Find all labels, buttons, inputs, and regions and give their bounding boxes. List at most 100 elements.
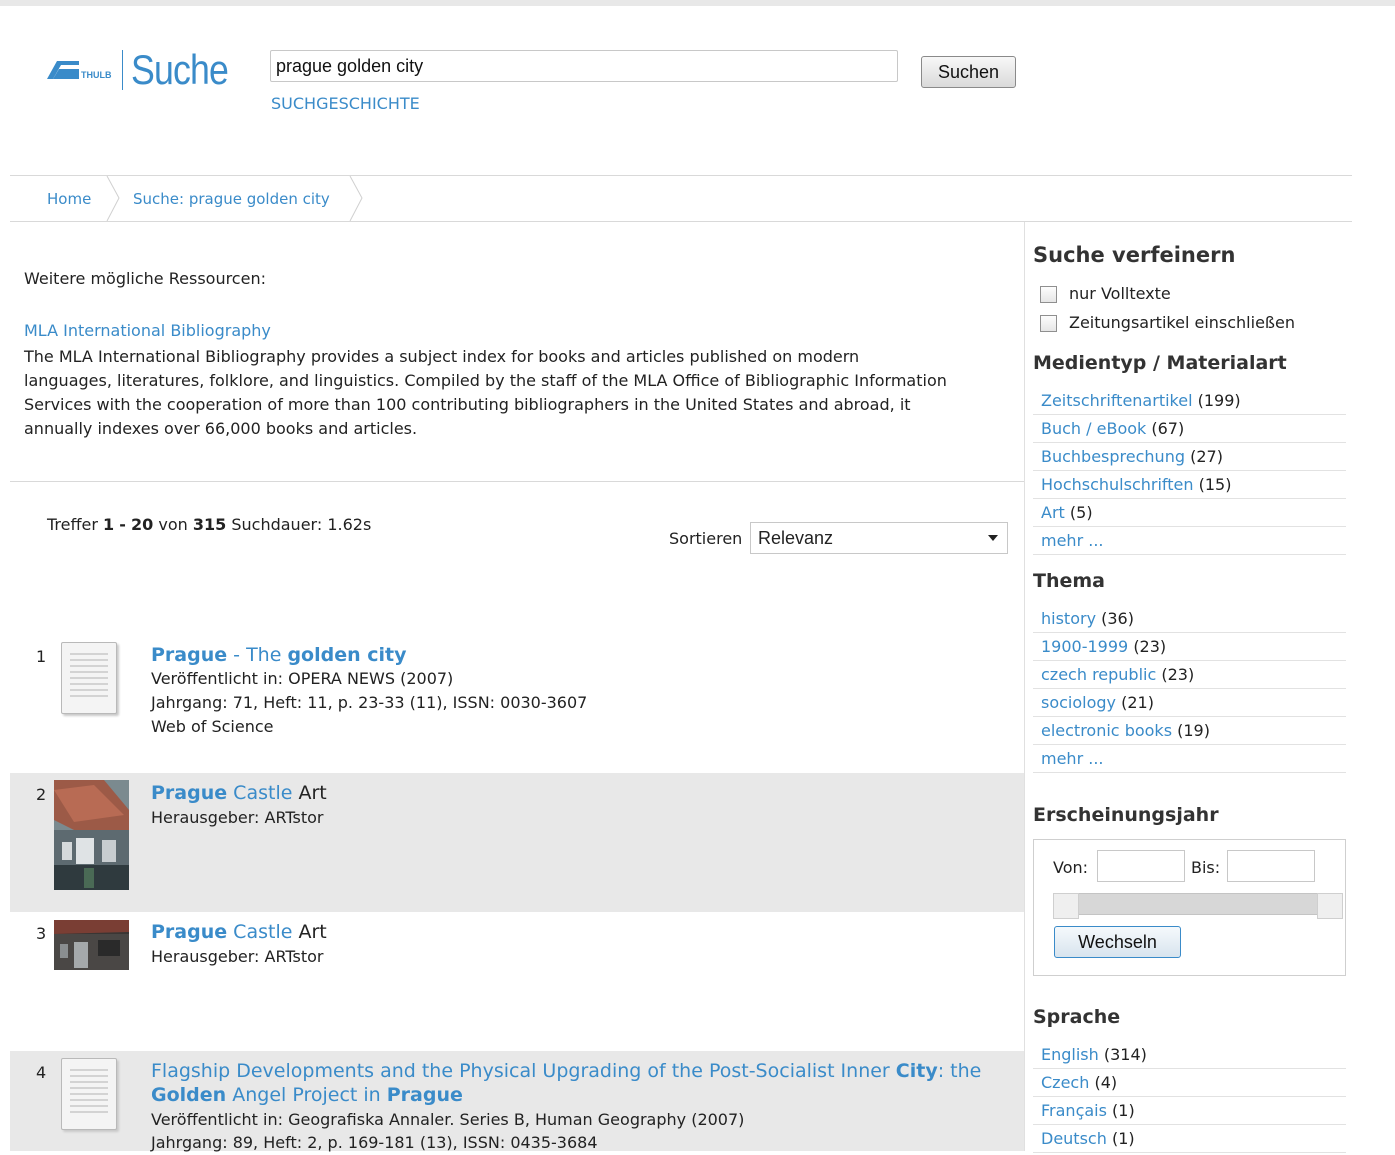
facet-count: (15): [1198, 475, 1232, 494]
facet-item[interactable]: Buchbesprechung (27): [1033, 443, 1346, 471]
resources-description: The MLA International Bibliography provi…: [24, 345, 1024, 441]
facet-more-link[interactable]: mehr ...: [1041, 749, 1104, 768]
facet-link[interactable]: Buchbesprechung: [1041, 447, 1185, 466]
results-dash: -: [119, 515, 126, 534]
apply-year-button[interactable]: Wechseln: [1054, 926, 1181, 958]
slider-handle-min[interactable]: [1053, 893, 1079, 919]
facet-count: (19): [1177, 721, 1210, 740]
newspaper-checkbox-label[interactable]: Zeitungsartikel einschließen: [1069, 313, 1295, 332]
year-to-label: Bis:: [1191, 858, 1221, 877]
slider-handle-max[interactable]: [1317, 893, 1343, 919]
facet-count: (199): [1197, 391, 1241, 410]
search-input[interactable]: [270, 50, 898, 82]
facet-link[interactable]: Français: [1041, 1101, 1107, 1120]
document-icon[interactable]: [61, 642, 117, 714]
newspaper-checkbox[interactable]: [1040, 315, 1057, 332]
result-item: 4 Flagship Developments and the Physical…: [10, 1051, 1024, 1152]
year-to-input[interactable]: [1227, 850, 1315, 882]
facet-link[interactable]: electronic books: [1041, 721, 1172, 740]
facet-link[interactable]: Art: [1041, 503, 1065, 522]
facet-item[interactable]: 1900-1999 (23): [1033, 633, 1346, 661]
media-type-heading: Medientyp / Materialart: [1033, 352, 1287, 374]
facet-link[interactable]: English: [1041, 1045, 1099, 1064]
breadcrumb: Home Suche: prague golden city: [10, 175, 1352, 222]
result-published-in: Veröffentlicht in: OPERA NEWS (2007): [151, 669, 454, 688]
thulb-logo-icon: [47, 61, 79, 79]
title-part: Prague: [151, 921, 228, 943]
top-bar: [0, 0, 1395, 6]
title-part: Art: [292, 921, 327, 943]
facet-item[interactable]: English (314): [1033, 1041, 1346, 1069]
facet-item[interactable]: Deutsch (1): [1033, 1125, 1346, 1153]
facet-link[interactable]: sociology: [1041, 693, 1116, 712]
facet-more[interactable]: mehr ...: [1033, 745, 1346, 773]
facet-link[interactable]: Zeitschriftenartikel: [1041, 391, 1193, 410]
sort-selected-value: Relevanz: [758, 528, 834, 548]
result-title-link[interactable]: Prague Castle Art: [151, 920, 327, 944]
facet-link[interactable]: 1900-1999: [1041, 637, 1128, 656]
facet-item[interactable]: czech republic (23): [1033, 661, 1346, 689]
logo-brand: THULB: [81, 70, 112, 80]
facet-count: (21): [1121, 693, 1154, 712]
facet-item[interactable]: Zeitschriftenartikel (199): [1033, 387, 1346, 415]
facet-link[interactable]: Czech: [1041, 1073, 1089, 1092]
facet-item[interactable]: history (36): [1033, 605, 1346, 633]
facet-item[interactable]: sociology (21): [1033, 689, 1346, 717]
facet-link[interactable]: history: [1041, 609, 1096, 628]
logo-separator: [121, 50, 123, 90]
resources-description-line: languages, literatures, folklore, and li…: [24, 371, 947, 390]
search-button[interactable]: Suchen: [921, 56, 1016, 88]
resources-description-line: annually indexes over 66,000 books and a…: [24, 419, 418, 438]
logo-text: Suche: [130, 46, 229, 93]
year-from-input[interactable]: [1097, 850, 1185, 882]
result-title-link[interactable]: Flagship Developments and the Physical U…: [151, 1059, 1011, 1107]
facet-count: (4): [1094, 1073, 1118, 1092]
result-volume-info: Jahrgang: 89, Heft: 2, p. 169-181 (13), …: [151, 1133, 598, 1152]
breadcrumb-home[interactable]: Home: [47, 190, 91, 208]
mla-bibliography-link[interactable]: MLA International Bibliography: [24, 321, 271, 340]
breadcrumb-separator-icon: [106, 176, 120, 221]
result-publisher: Herausgeber: ARTstor: [151, 947, 324, 966]
facet-more[interactable]: mehr ...: [1033, 527, 1346, 555]
facet-item[interactable]: Hochschulschriften (15): [1033, 471, 1346, 499]
result-volume-info: Jahrgang: 71, Heft: 11, p. 23-33 (11), I…: [151, 693, 588, 712]
search-history-link[interactable]: SUCHGESCHICHTE: [271, 94, 420, 113]
result-number: 4: [36, 1063, 47, 1082]
document-icon[interactable]: [61, 1058, 117, 1130]
refine-heading: Suche verfeinern: [1033, 243, 1236, 267]
prague-castle-photo[interactable]: [54, 920, 129, 970]
result-number: 2: [36, 785, 47, 804]
year-range-slider[interactable]: [1053, 893, 1343, 919]
results-from: 1: [103, 515, 115, 534]
facet-link[interactable]: Buch / eBook: [1041, 419, 1146, 438]
facet-link[interactable]: Deutsch: [1041, 1129, 1107, 1148]
facet-item[interactable]: Français (1): [1033, 1097, 1346, 1125]
sort-select[interactable]: Relevanz: [750, 522, 1008, 554]
facet-count: (27): [1190, 447, 1223, 466]
result-source: Web of Science: [151, 717, 274, 736]
result-item: 2 Prague Castle Art Herausgeber: ARTstor: [10, 773, 1024, 912]
result-item: 1 Prague - The golden city Veröffentlich…: [10, 634, 1024, 773]
facet-item[interactable]: Czech (4): [1033, 1069, 1346, 1097]
facet-item[interactable]: Art (5): [1033, 499, 1346, 527]
site-logo[interactable]: THULB Suche: [47, 46, 245, 93]
results-total: 315: [192, 515, 227, 534]
facet-item[interactable]: Buch / eBook (67): [1033, 415, 1346, 443]
chevron-down-icon: [988, 535, 998, 541]
fulltext-checkbox-label[interactable]: nur Volltexte: [1069, 284, 1171, 303]
year-filter: Von: Bis: Wechseln: [1033, 839, 1346, 976]
resources-heading: Weitere mögliche Ressourcen:: [24, 269, 266, 288]
facet-more-link[interactable]: mehr ...: [1041, 531, 1104, 550]
result-title-link[interactable]: Prague Castle Art: [151, 781, 327, 805]
title-part: golden city: [287, 644, 407, 666]
facet-link[interactable]: Hochschulschriften: [1041, 475, 1194, 494]
facet-count: (5): [1069, 503, 1093, 522]
breadcrumb-search[interactable]: Suche: prague golden city: [133, 190, 330, 208]
prague-castle-photo[interactable]: [54, 780, 129, 890]
result-title-link[interactable]: Prague - The golden city: [151, 643, 407, 667]
facet-link[interactable]: czech republic: [1041, 665, 1156, 684]
facet-item[interactable]: electronic books (19): [1033, 717, 1346, 745]
title-part: Castle: [227, 782, 293, 804]
results-duration: 1.62s: [327, 515, 372, 534]
fulltext-checkbox[interactable]: [1040, 286, 1057, 303]
